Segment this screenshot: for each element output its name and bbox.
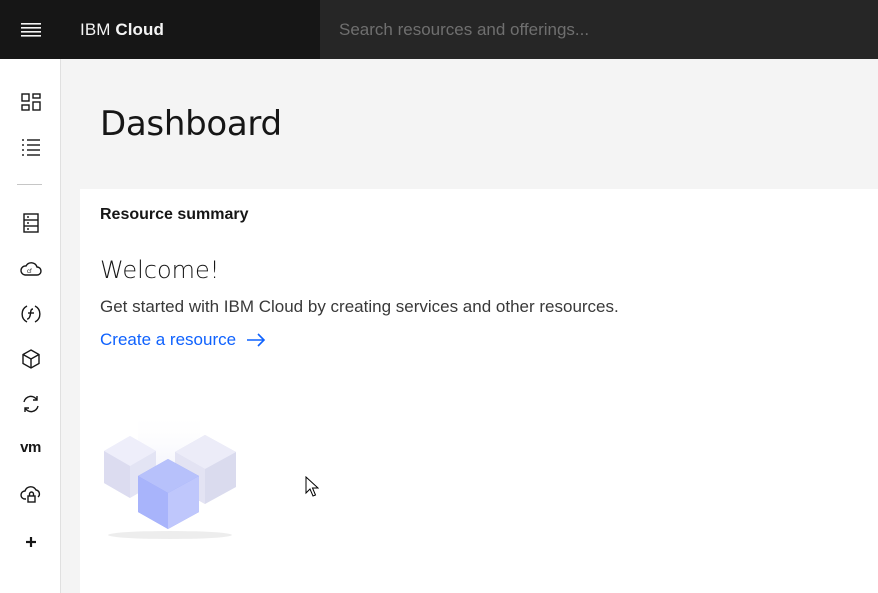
functions-icon: [20, 304, 41, 323]
search-input[interactable]: [320, 0, 878, 59]
page-title: Dashboard: [100, 104, 282, 144]
create-resource-link[interactable]: Create a resource: [100, 330, 266, 350]
search-bar: [320, 0, 878, 59]
server-icon: [22, 212, 39, 233]
dashboard-icon: [20, 92, 41, 111]
plus-icon: [25, 536, 36, 547]
resource-summary-card: Resource summary Welcome! Get started wi…: [80, 189, 878, 593]
welcome-description: Get started with IBM Cloud by creating s…: [100, 297, 619, 316]
nav-openshift[interactable]: [18, 391, 43, 416]
nav-cloud-foundry[interactable]: cf: [18, 256, 43, 281]
nav-resource-list[interactable]: [18, 134, 43, 159]
menu-icon: [20, 22, 41, 37]
side-nav: cf vm: [0, 59, 61, 593]
nav-classic-infrastructure[interactable]: [18, 210, 43, 235]
nav-kubernetes[interactable]: [18, 346, 43, 371]
brand-logo[interactable]: IBM Cloud: [80, 20, 320, 40]
brand-prefix: IBM: [80, 19, 111, 39]
brand-name: Cloud: [115, 19, 165, 39]
vm-icon: vm: [20, 439, 41, 456]
welcome-heading: Welcome!: [100, 256, 220, 284]
arrow-right-icon: [246, 333, 266, 347]
list-icon: [21, 138, 40, 156]
nav-security[interactable]: [18, 481, 43, 506]
cloud-foundry-icon: cf: [19, 261, 42, 276]
nav-add[interactable]: [18, 529, 43, 554]
svg-text:cf: cf: [27, 269, 32, 275]
top-bar: IBM Cloud: [0, 0, 878, 59]
main-content: Dashboard Resource summary Welcome! Get …: [61, 59, 878, 593]
mouse-cursor-icon: [305, 476, 319, 497]
card-title: Resource summary: [100, 206, 249, 223]
nav-dashboard[interactable]: [18, 89, 43, 114]
cube-icon: [21, 348, 40, 369]
hamburger-menu-button[interactable]: [0, 0, 61, 59]
cloud-lock-icon: [19, 485, 40, 503]
nav-divider: [17, 184, 42, 185]
create-resource-label: Create a resource: [100, 330, 237, 349]
nav-vmware[interactable]: vm: [18, 435, 43, 460]
cubes-illustration: [104, 411, 236, 539]
sync-icon: [22, 395, 39, 412]
nav-functions[interactable]: [18, 301, 43, 326]
